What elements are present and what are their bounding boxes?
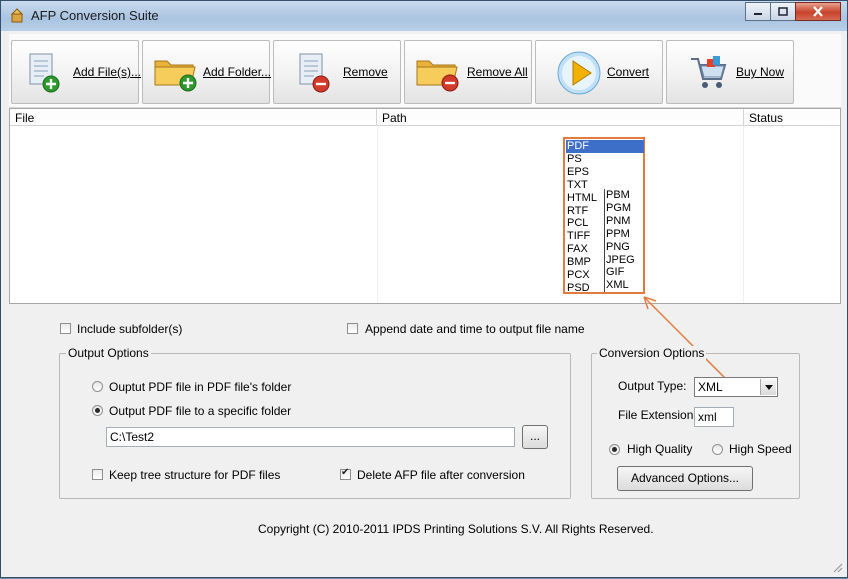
- app-window: AFP Conversion Suite Add File(s)... Add …: [0, 0, 848, 578]
- column-header-status[interactable]: Status: [744, 109, 840, 126]
- output-type-label: Output Type:: [618, 379, 687, 393]
- column-header-file[interactable]: File: [10, 109, 377, 126]
- radio-same-folder[interactable]: [92, 381, 103, 392]
- maximize-button[interactable]: [770, 2, 796, 21]
- format-option-ps[interactable]: PS: [566, 153, 644, 166]
- format-option-psd[interactable]: PSD: [566, 282, 644, 295]
- format-option-xml[interactable]: XML: [606, 279, 629, 292]
- output-folder-input[interactable]: C:\Test2: [106, 427, 515, 447]
- close-icon: [813, 6, 823, 17]
- format-option-png[interactable]: PNG: [606, 241, 630, 254]
- format-option-tiff[interactable]: TIFF: [566, 230, 644, 243]
- format-option-rtf[interactable]: RTF: [566, 205, 644, 218]
- add-folder-label: Add Folder...: [203, 65, 272, 79]
- radio-specific-folder[interactable]: [92, 405, 103, 416]
- resize-grip-icon[interactable]: [831, 561, 843, 573]
- delete-afp-checkbox[interactable]: [340, 467, 351, 480]
- delete-afp-label: Delete AFP file after conversion: [357, 468, 525, 482]
- append-datetime-checkbox[interactable]: [347, 323, 358, 334]
- buy-now-label: Buy Now: [736, 65, 785, 79]
- file-extension-label: File Extension:: [618, 408, 697, 422]
- file-list[interactable]: File Path Status: [9, 108, 841, 304]
- minimize-icon: [754, 12, 762, 15]
- remove-file-icon: [299, 53, 330, 93]
- window-controls: [745, 2, 841, 21]
- remove-all-button[interactable]: Remove All: [404, 40, 532, 104]
- add-files-button[interactable]: Add File(s)...: [11, 40, 142, 104]
- convert-button[interactable]: Convert: [535, 40, 663, 104]
- column-divider: [377, 126, 378, 303]
- window-title: AFP Conversion Suite: [31, 8, 159, 23]
- add-file-icon: [29, 53, 60, 93]
- add-files-label: Add File(s)...: [73, 65, 142, 79]
- format-option-pnm[interactable]: PNM: [606, 215, 630, 228]
- format-option-pgm[interactable]: PGM: [606, 202, 631, 215]
- radio-high-quality[interactable]: [609, 444, 620, 455]
- format-option-pbm[interactable]: PBM: [606, 189, 630, 202]
- format-option-pcl[interactable]: PCL: [566, 217, 644, 230]
- column-header-path[interactable]: Path: [377, 109, 744, 126]
- include-subfolders-checkbox[interactable]: [60, 323, 71, 334]
- copyright-text: Copyright (C) 2010-2011 IPDS Printing So…: [258, 522, 654, 536]
- minimize-button[interactable]: [745, 2, 771, 21]
- convert-label: Convert: [607, 65, 650, 79]
- remove-all-label: Remove All: [467, 65, 528, 79]
- format-option-pcx[interactable]: PCX: [566, 269, 644, 282]
- app-icon: [10, 8, 24, 23]
- format-option-pdf[interactable]: PDF: [566, 140, 644, 153]
- format-option-gif[interactable]: GIF: [606, 266, 624, 279]
- chevron-down-icon[interactable]: [760, 379, 776, 395]
- column-divider: [743, 126, 744, 303]
- remove-folder-icon: [416, 60, 459, 92]
- output-type-value: XML: [698, 380, 723, 394]
- format-option-jpeg[interactable]: JPEG: [606, 254, 635, 267]
- append-datetime-label: Append date and time to output file name: [365, 322, 585, 336]
- output-format-list[interactable]: PDF PS EPS TXT HTML RTF PCL TIFF FAX BMP PCX PSD PBM…: [563, 137, 645, 294]
- conversion-options-legend: Conversion Options: [597, 346, 707, 360]
- add-folder-button[interactable]: Add Folder...: [142, 40, 272, 104]
- format-option-eps[interactable]: EPS: [566, 166, 644, 179]
- output-options-legend: Output Options: [66, 346, 151, 360]
- remove-button[interactable]: Remove: [273, 40, 401, 104]
- shopping-cart-icon: [691, 56, 727, 88]
- radio-specific-folder-label: Output PDF file to a specific folder: [109, 404, 292, 418]
- keep-tree-checkbox[interactable]: [92, 469, 103, 480]
- format-option-txt[interactable]: TXT: [566, 179, 644, 192]
- toolbar: Add File(s)... Add Folder... Remove Remo…: [9, 34, 841, 108]
- output-type-select[interactable]: XML: [694, 377, 778, 397]
- remove-label: Remove: [343, 65, 388, 79]
- buy-now-button[interactable]: Buy Now: [666, 40, 794, 104]
- format-option-ppm[interactable]: PPM: [606, 228, 630, 241]
- high-quality-label: High Quality: [627, 442, 693, 456]
- format-option-html[interactable]: HTML: [566, 192, 644, 205]
- play-icon: [557, 51, 601, 95]
- radio-high-speed[interactable]: [712, 444, 723, 455]
- high-speed-label: High Speed: [729, 442, 792, 456]
- close-button[interactable]: [795, 2, 841, 21]
- radio-same-folder-label: Ouptut PDF file in PDF file's folder: [109, 380, 292, 394]
- title-bar: AFP Conversion Suite: [1, 1, 847, 31]
- include-subfolders-label: Include subfolder(s): [77, 322, 183, 336]
- browse-button[interactable]: ...: [522, 425, 548, 449]
- advanced-options-button[interactable]: Advanced Options...: [617, 466, 753, 491]
- file-extension-input[interactable]: xml: [694, 407, 734, 427]
- maximize-icon: [778, 7, 788, 16]
- add-folder-icon: [154, 60, 197, 92]
- keep-tree-label: Keep tree structure for PDF files: [109, 468, 281, 482]
